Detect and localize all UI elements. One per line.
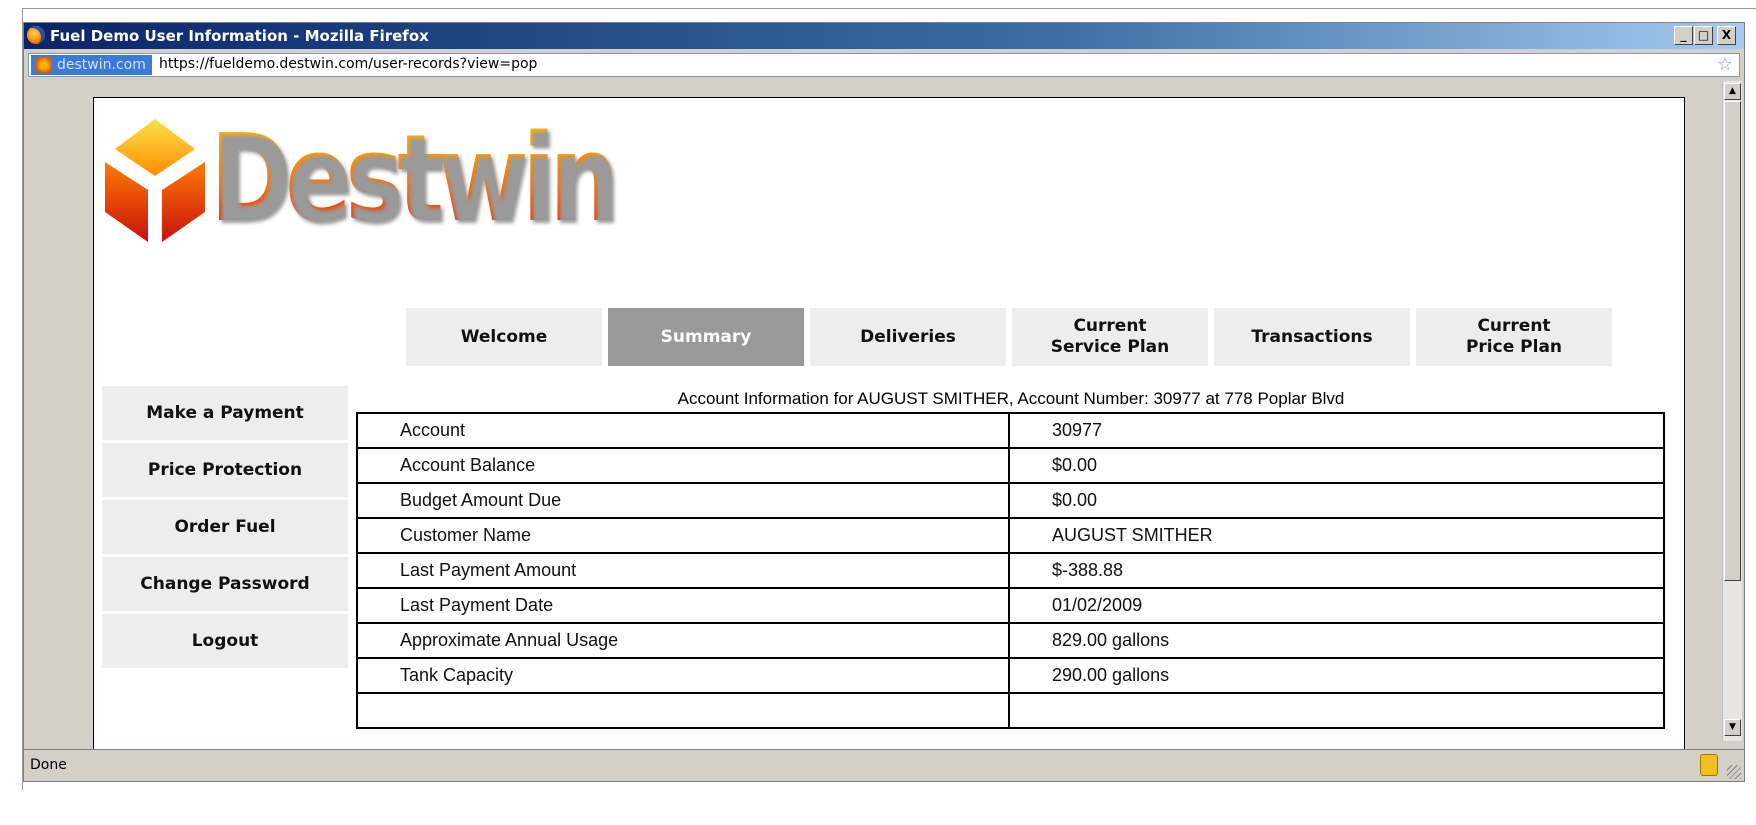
scroll-down-icon[interactable]: ▼ — [1724, 719, 1741, 736]
table-row: Account 30977 — [356, 412, 1665, 449]
row-value: AUGUST SMITHER — [1008, 517, 1665, 554]
scroll-up-icon[interactable]: ▲ — [1724, 83, 1741, 100]
row-label: Customer Name — [356, 517, 1010, 554]
account-caption: Account Information for AUGUST SMITHER, … — [677, 389, 1345, 408]
close-button[interactable]: X — [1717, 26, 1736, 45]
page-viewport: Destwin Welcome Summary Deliveries Curre… — [24, 81, 1718, 769]
row-value — [1008, 692, 1665, 729]
row-value: $0.00 — [1008, 482, 1665, 519]
firefox-icon — [27, 26, 45, 44]
site-identity-button[interactable]: destwin.com — [31, 55, 152, 75]
page-container: Destwin Welcome Summary Deliveries Curre… — [93, 97, 1685, 769]
lock-icon[interactable] — [1700, 754, 1718, 776]
browser-window: Fuel Demo User Information - Mozilla Fir… — [23, 22, 1745, 782]
row-label — [356, 692, 1010, 729]
table-row — [356, 692, 1665, 729]
minimize-button[interactable]: _ — [1674, 26, 1693, 45]
tab-welcome[interactable]: Welcome — [406, 308, 602, 366]
row-value: $0.00 — [1008, 447, 1665, 484]
row-label: Last Payment Amount — [356, 552, 1010, 589]
row-label: Budget Amount Due — [356, 482, 1010, 519]
row-value: 01/02/2009 — [1008, 587, 1665, 624]
scroll-thumb[interactable] — [1724, 101, 1741, 581]
row-value: 30977 — [1008, 412, 1665, 449]
status-text: Done — [30, 757, 67, 773]
logo-cube-icon — [105, 119, 205, 242]
row-label: Last Payment Date — [356, 587, 1010, 624]
row-value: $-388.88 — [1008, 552, 1665, 589]
row-value: 829.00 gallons — [1008, 622, 1665, 659]
table-row: Last Payment Amount $-388.88 — [356, 552, 1665, 589]
order-fuel-button[interactable]: Order Fuel — [102, 500, 348, 554]
window-title: Fuel Demo User Information - Mozilla Fir… — [50, 27, 429, 45]
row-value: 290.00 gallons — [1008, 657, 1665, 694]
logout-button[interactable]: Logout — [102, 614, 348, 668]
table-row: Approximate Annual Usage 829.00 gallons — [356, 622, 1665, 659]
tab-current-service-plan[interactable]: Current Service Plan — [1012, 308, 1208, 366]
destwin-logo: Destwin — [100, 102, 660, 252]
url-text[interactable]: https://fueldemo.destwin.com/user-record… — [159, 56, 537, 72]
row-label: Account Balance — [356, 447, 1010, 484]
tab-summary[interactable]: Summary — [608, 308, 804, 366]
sidebar-menu: Make a Payment Price Protection Order Fu… — [102, 386, 348, 671]
site-name: destwin.com — [57, 57, 146, 73]
maximize-button[interactable]: □ — [1694, 26, 1713, 45]
address-bar[interactable]: destwin.com https://fueldemo.destwin.com… — [28, 53, 1740, 77]
vertical-scrollbar[interactable]: ▲ ▼ — [1722, 81, 1742, 741]
table-row: Budget Amount Due $0.00 — [356, 482, 1665, 519]
logo-wordmark: Destwin — [210, 110, 619, 249]
make-payment-button[interactable]: Make a Payment — [102, 386, 348, 440]
tab-deliveries[interactable]: Deliveries — [810, 308, 1006, 366]
row-label: Tank Capacity — [356, 657, 1010, 694]
account-table: Account 30977 Account Balance $0.00 Budg… — [356, 412, 1665, 729]
resize-grip-icon[interactable] — [1727, 765, 1741, 779]
tab-transactions[interactable]: Transactions — [1214, 308, 1410, 366]
price-protection-button[interactable]: Price Protection — [102, 443, 348, 497]
status-bar: Done — [24, 749, 1744, 781]
row-label: Account — [356, 412, 1010, 449]
bookmark-star-icon[interactable]: ☆ — [1717, 54, 1733, 75]
change-password-button[interactable]: Change Password — [102, 557, 348, 611]
table-row: Account Balance $0.00 — [356, 447, 1665, 484]
site-favicon-icon — [36, 57, 52, 73]
row-label: Approximate Annual Usage — [356, 622, 1010, 659]
table-row: Tank Capacity 290.00 gallons — [356, 657, 1665, 694]
title-bar[interactable]: Fuel Demo User Information - Mozilla Fir… — [24, 23, 1744, 49]
table-row: Last Payment Date 01/02/2009 — [356, 587, 1665, 624]
tab-current-price-plan[interactable]: Current Price Plan — [1416, 308, 1612, 366]
table-row: Customer Name AUGUST SMITHER — [356, 517, 1665, 554]
